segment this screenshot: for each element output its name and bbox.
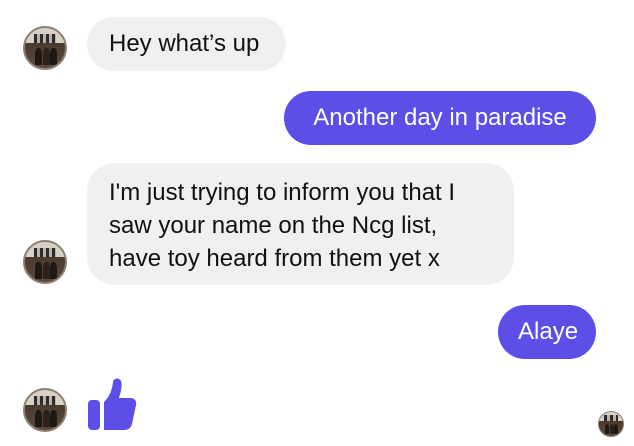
outgoing-message-bubble[interactable]: Alaye <box>498 305 596 359</box>
contact-avatar[interactable] <box>23 26 67 70</box>
avatar-figure <box>42 410 50 427</box>
message-text-line: I'm just trying to inform you that I <box>109 179 456 206</box>
avatar-poster-detail <box>33 33 57 44</box>
thumbs-up-icon[interactable] <box>86 376 138 432</box>
avatar-figure <box>34 410 42 427</box>
avatar-figure <box>42 48 50 65</box>
message-text: Hey what’s up <box>109 30 260 57</box>
contact-avatar[interactable] <box>23 240 67 284</box>
avatar-figure <box>42 262 50 279</box>
read-receipt-avatar <box>598 411 624 437</box>
avatar-figure <box>49 410 57 427</box>
outgoing-message-bubble[interactable]: Another day in paradise <box>284 91 596 145</box>
avatar-figure <box>604 424 610 435</box>
avatar-figure <box>49 48 57 65</box>
avatar-figure <box>613 424 619 435</box>
avatar-poster-detail <box>33 395 57 406</box>
message-text: Alaye <box>518 318 579 345</box>
avatar-figure <box>34 48 42 65</box>
avatar-figure <box>49 262 57 279</box>
message-text-line: saw your name on the Ncg list, <box>109 212 438 239</box>
avatar-poster-detail <box>604 415 618 422</box>
avatar-poster-detail <box>33 247 57 258</box>
message-text: Another day in paradise <box>313 104 567 131</box>
incoming-message-bubble[interactable]: Hey what’s up <box>87 17 286 71</box>
message-text-line: have toy heard from them yet x <box>109 245 440 272</box>
incoming-message-bubble[interactable]: I'm just trying to inform you that I saw… <box>87 163 514 285</box>
contact-avatar[interactable] <box>23 388 67 432</box>
avatar-figure <box>34 262 42 279</box>
